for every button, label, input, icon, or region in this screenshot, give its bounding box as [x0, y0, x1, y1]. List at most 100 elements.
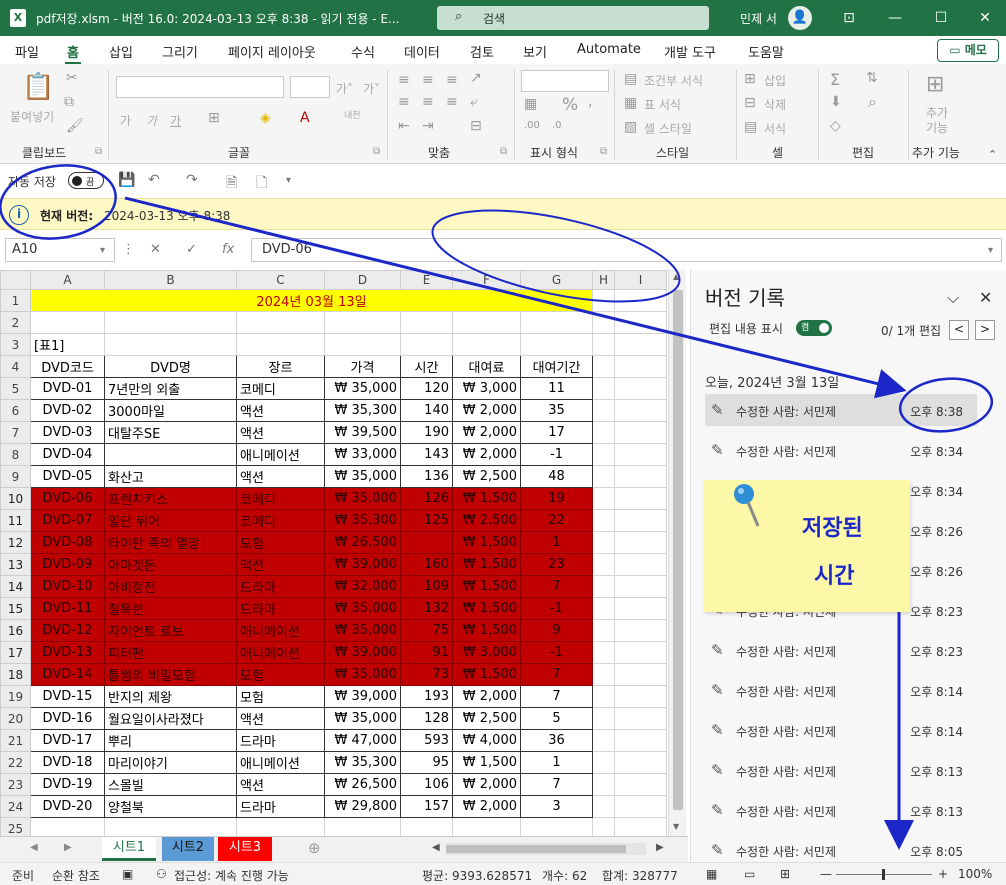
row-header[interactable]: 17	[0, 641, 31, 664]
table-cell[interactable]: 애니메이션	[236, 751, 325, 774]
cell[interactable]	[324, 333, 401, 356]
row-header[interactable]: 3	[0, 333, 31, 356]
cell[interactable]	[592, 531, 615, 554]
italic-button[interactable]: 가	[146, 112, 157, 129]
cell[interactable]	[104, 311, 237, 334]
table-cell[interactable]: ₩ 35,000	[324, 377, 401, 400]
table-cell[interactable]: 75	[400, 619, 453, 642]
redo-icon[interactable]: ↷	[186, 172, 198, 188]
font-grow-button[interactable]: 가˄	[336, 80, 353, 97]
version-item[interactable]: ✎ 수정한 사람: 서민제 오후 8:34	[705, 434, 977, 466]
table-cell[interactable]: 톰썸의 비밀모험	[104, 663, 237, 686]
table-cell[interactable]: 뿌리	[104, 729, 237, 752]
accessibility-icon[interactable]: ⚇	[156, 867, 167, 881]
cell[interactable]	[592, 619, 615, 642]
sheet-tab-2[interactable]: 시트2	[162, 837, 214, 861]
row-header[interactable]: 18	[0, 663, 31, 686]
cell[interactable]	[592, 487, 615, 510]
format-painter-icon[interactable]: 🖌	[66, 118, 84, 134]
table-cell[interactable]: 7	[520, 773, 593, 796]
cell[interactable]	[592, 751, 615, 774]
table-cell[interactable]: 월요일이사라졌다	[104, 707, 237, 730]
table-cell[interactable]: DVD-02	[30, 399, 105, 422]
row-header[interactable]: 8	[0, 443, 31, 466]
version-item[interactable]: ✎ 수정한 사람: 서민제 오후 8:14	[705, 714, 977, 746]
tab-scroll-right-icon[interactable]: ▶	[64, 842, 72, 853]
cut-icon[interactable]: ✂	[66, 70, 78, 86]
scroll-down-icon[interactable]: ▼	[673, 822, 679, 831]
cell[interactable]	[592, 795, 615, 818]
scroll-up-icon[interactable]: ▲	[673, 272, 679, 281]
cell[interactable]	[592, 399, 615, 422]
tab-draw[interactable]: 그리기	[162, 42, 198, 61]
row-header[interactable]: 11	[0, 509, 31, 532]
table-cell[interactable]: ₩ 2,500	[452, 707, 521, 730]
table-cell[interactable]: ₩ 1,500	[452, 663, 521, 686]
table-cell[interactable]: 140	[400, 399, 453, 422]
cell[interactable]	[614, 641, 667, 664]
accounting-icon[interactable]: ▦	[524, 96, 537, 112]
align-top-icon[interactable]: ≡	[398, 72, 410, 88]
cell[interactable]	[452, 817, 521, 836]
table-cell[interactable]: 아비정전	[104, 575, 237, 598]
cell[interactable]	[520, 311, 593, 334]
table-header[interactable]: DVD코드	[30, 355, 105, 378]
table-cell[interactable]: 143	[400, 443, 453, 466]
cell[interactable]	[592, 553, 615, 576]
table-cell[interactable]: ₩ 35,000	[324, 487, 401, 510]
table-cell[interactable]: ₩ 35,000	[324, 619, 401, 642]
paste-icon[interactable]: 📋	[22, 72, 54, 102]
cell[interactable]	[614, 751, 667, 774]
next-edit-button[interactable]: >	[975, 320, 995, 340]
table-cell[interactable]: 양철북	[104, 795, 237, 818]
cell[interactable]	[614, 465, 667, 488]
table-cell[interactable]: DVD-05	[30, 465, 105, 488]
column-header[interactable]: A	[30, 270, 105, 290]
table-cell[interactable]: DVD-01	[30, 377, 105, 400]
table-cell[interactable]: -1	[520, 597, 593, 620]
align-right-icon[interactable]: ≡	[446, 94, 458, 110]
tab-scroll-left-icon[interactable]: ◀	[30, 842, 38, 853]
table-cell[interactable]: 19	[520, 487, 593, 510]
cell[interactable]	[400, 333, 453, 356]
cell[interactable]	[236, 333, 325, 356]
cell-style-button[interactable]: 셀 스타일	[644, 120, 692, 137]
row-header[interactable]: 20	[0, 707, 31, 730]
column-header[interactable]: D	[324, 270, 401, 290]
table-cell[interactable]: 코메디	[236, 487, 325, 510]
table-cell[interactable]: ₩ 2,000	[452, 773, 521, 796]
cell[interactable]	[592, 685, 615, 708]
row-header[interactable]: 23	[0, 773, 31, 796]
row-header[interactable]: 7	[0, 421, 31, 444]
table-cell[interactable]: 157	[400, 795, 453, 818]
cell[interactable]	[592, 465, 615, 488]
table-cell[interactable]: -1	[520, 443, 593, 466]
maximize-icon[interactable]: ☐	[918, 0, 964, 36]
sort-filter-icon[interactable]: ⇅	[866, 70, 878, 86]
table-cell[interactable]: 23	[520, 553, 593, 576]
table-header[interactable]: 가격	[324, 355, 401, 378]
table-cell[interactable]: 1	[520, 531, 593, 554]
wrap-text-icon[interactable]: ⤶	[470, 94, 478, 110]
new-file-icon[interactable]: 🗋	[256, 172, 267, 196]
version-item[interactable]: ✎ 수정한 사람: 서민제 오후 8:38	[705, 394, 977, 426]
table-cell[interactable]: 136	[400, 465, 453, 488]
increase-decimal-icon[interactable]: .00	[524, 120, 540, 131]
table-cell[interactable]: 애니메이션	[236, 641, 325, 664]
table-cell[interactable]: 106	[400, 773, 453, 796]
table-cell[interactable]: 스몰빌	[104, 773, 237, 796]
table-cell[interactable]: 아마겟돈	[104, 553, 237, 576]
table-cell[interactable]: ₩ 39,500	[324, 421, 401, 444]
table-cell[interactable]: ₩ 35,000	[324, 663, 401, 686]
table-cell[interactable]: ₩ 2,000	[452, 421, 521, 444]
user-name[interactable]: 민제 서	[740, 10, 777, 27]
align-center-icon[interactable]: ≡	[422, 94, 434, 110]
table-cell[interactable]: DVD-11	[30, 597, 105, 620]
table-cell[interactable]: DVD-07	[30, 509, 105, 532]
show-edits-toggle[interactable]: 켬	[796, 320, 832, 336]
cell[interactable]	[400, 817, 453, 836]
row-header[interactable]: 4	[0, 355, 31, 378]
cell[interactable]	[614, 333, 667, 356]
autosave-toggle[interactable]: 끔	[68, 172, 104, 189]
table-cell[interactable]: 9	[520, 619, 593, 642]
